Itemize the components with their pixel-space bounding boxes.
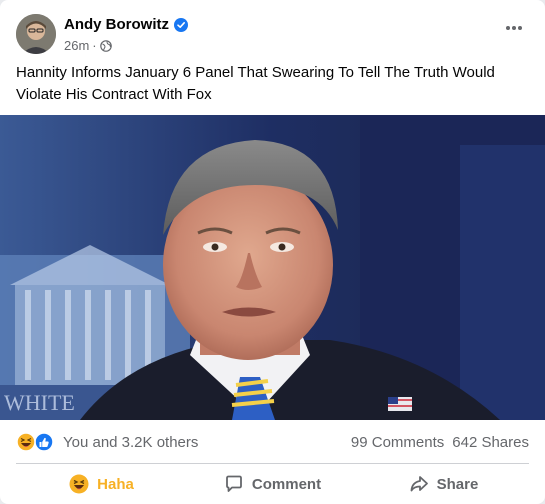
- react-button-label: Haha: [97, 475, 134, 493]
- post-header: Andy Borowitz 26m ·: [16, 14, 529, 58]
- comments-count[interactable]: 99 Comments: [351, 434, 444, 451]
- verified-badge-icon: [174, 17, 188, 32]
- reactions-bar: You and 3.2K others 99 Comments 642 Shar…: [16, 431, 529, 453]
- comment-icon: [226, 475, 242, 492]
- post-actions: Haha Comment Share: [16, 466, 529, 502]
- post-stats: 99 Comments 642 Shares: [351, 434, 529, 451]
- haha-emoji-icon: [69, 474, 89, 494]
- divider: [16, 463, 529, 464]
- haha-emoji-icon: [16, 432, 36, 452]
- more-dots-icon: [506, 26, 522, 30]
- react-button[interactable]: Haha: [16, 466, 187, 502]
- post-photo[interactable]: WHITE: [0, 115, 545, 420]
- share-button[interactable]: Share: [358, 466, 529, 502]
- author-name[interactable]: Andy Borowitz: [64, 16, 169, 33]
- reaction-summary[interactable]: You and 3.2K others: [63, 434, 198, 451]
- share-button-label: Share: [436, 475, 479, 493]
- post-text: Hannity Informs January 6 Panel That Swe…: [16, 64, 495, 103]
- share-icon: [410, 476, 428, 492]
- more-options-button[interactable]: [501, 20, 527, 36]
- comment-button[interactable]: Comment: [187, 466, 358, 502]
- post-card: Andy Borowitz 26m · Hannity Informs Janu…: [0, 0, 545, 504]
- post-meta: 26m ·: [64, 38, 112, 53]
- svg-text:WHITE: WHITE: [4, 390, 75, 415]
- reaction-icons[interactable]: [16, 432, 56, 452]
- meta-separator: ·: [92, 38, 97, 53]
- author-name-row: Andy Borowitz: [64, 16, 188, 33]
- shares-count[interactable]: 642 Shares: [452, 434, 529, 451]
- globe-icon: [99, 39, 112, 52]
- like-icon: [34, 432, 54, 452]
- comment-button-label: Comment: [251, 475, 322, 493]
- avatar[interactable]: [16, 14, 56, 54]
- timestamp[interactable]: 26m: [64, 38, 89, 53]
